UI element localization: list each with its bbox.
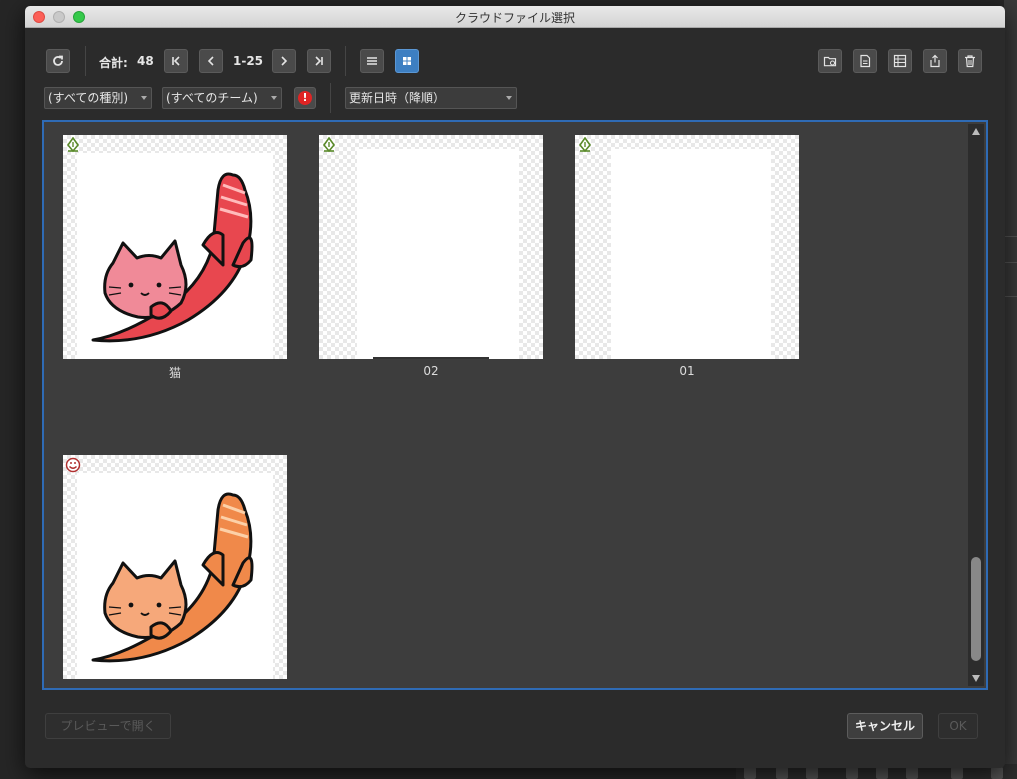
vertical-scrollbar[interactable] [968, 124, 984, 686]
cloud-file-dialog: クラウドファイル選択 合計: 48 1-25 (すべての種別) (すべてのチーム… [25, 6, 1005, 768]
prev-page-icon [207, 56, 214, 66]
next-page-button[interactable] [272, 49, 296, 73]
ok-button[interactable]: OK [938, 713, 978, 739]
document-button[interactable] [853, 49, 877, 73]
scroll-up-arrow[interactable] [972, 128, 980, 135]
window-title: クラウドファイル選択 [454, 11, 575, 25]
blank-canvas [357, 149, 519, 359]
background-app-edge [1004, 0, 1017, 779]
grid-view-icon [403, 57, 411, 65]
page-range: 1-25 [233, 54, 264, 68]
red-cat-illustration [91, 172, 254, 343]
share-button[interactable] [923, 49, 947, 73]
refresh-icon [53, 55, 63, 66]
list-view-icon [367, 57, 377, 65]
pen-nib-icon [322, 137, 336, 153]
scroll-down-arrow[interactable] [972, 675, 980, 682]
file-name: 02 [423, 364, 439, 378]
last-page-button[interactable] [307, 49, 331, 73]
pen-nib-icon [578, 137, 592, 153]
chevron-down-icon [141, 96, 147, 100]
canvas-edge [373, 357, 489, 359]
refresh-button[interactable] [46, 49, 70, 73]
orange-cat-illustration [91, 492, 254, 663]
blank-canvas [611, 149, 771, 359]
exclamation-icon: ! [298, 91, 312, 105]
share-icon [930, 54, 940, 68]
delete-button[interactable] [958, 49, 982, 73]
open-folder-button[interactable] [818, 49, 842, 73]
last-page-icon [315, 56, 323, 66]
prev-page-button[interactable] [199, 49, 223, 73]
cancel-button[interactable]: キャンセル [847, 713, 923, 739]
open-in-preview-button[interactable]: プレビューで開く [45, 713, 171, 739]
grid-view-button[interactable] [395, 49, 419, 73]
list-view-button[interactable] [360, 49, 384, 73]
file-thumbnail [319, 135, 543, 359]
first-page-button[interactable] [164, 49, 188, 73]
first-page-icon [172, 56, 180, 66]
properties-icon [893, 54, 907, 68]
file-name: 猫 [168, 366, 181, 380]
total-label: 合計: [99, 56, 128, 70]
sort-value: 更新日時（降順） [349, 91, 446, 105]
chevron-down-icon [506, 96, 512, 100]
open-folder-icon [823, 56, 837, 67]
scroll-thumb[interactable] [971, 557, 981, 661]
file-thumbnail [63, 455, 287, 679]
properties-button[interactable] [888, 49, 912, 73]
toolbar-separator [85, 46, 86, 76]
file-grid[interactable]: 猫 02 01 [42, 120, 988, 690]
kind-filter-select[interactable]: (すべての種別) [44, 87, 152, 109]
kind-filter-value: (すべての種別) [48, 91, 129, 105]
sort-select[interactable]: 更新日時（降順） [345, 87, 517, 109]
toolbar-separator [345, 46, 346, 76]
trash-icon [965, 55, 975, 68]
team-filter-select[interactable]: (すべてのチーム) [162, 87, 282, 109]
chevron-down-icon [271, 96, 277, 100]
file-thumbnail [63, 135, 287, 359]
file-name: 01 [679, 364, 695, 378]
team-filter-value: (すべてのチーム) [166, 91, 258, 105]
alert-button[interactable]: ! [294, 87, 316, 109]
pen-nib-icon [66, 137, 80, 153]
total-count: 48 [137, 54, 154, 68]
face-icon [65, 457, 81, 473]
document-icon [860, 54, 871, 68]
file-thumbnail [575, 135, 799, 359]
toolbar-separator [330, 83, 331, 113]
title-bar: クラウドファイル選択 [25, 6, 1005, 28]
next-page-icon [281, 56, 288, 66]
